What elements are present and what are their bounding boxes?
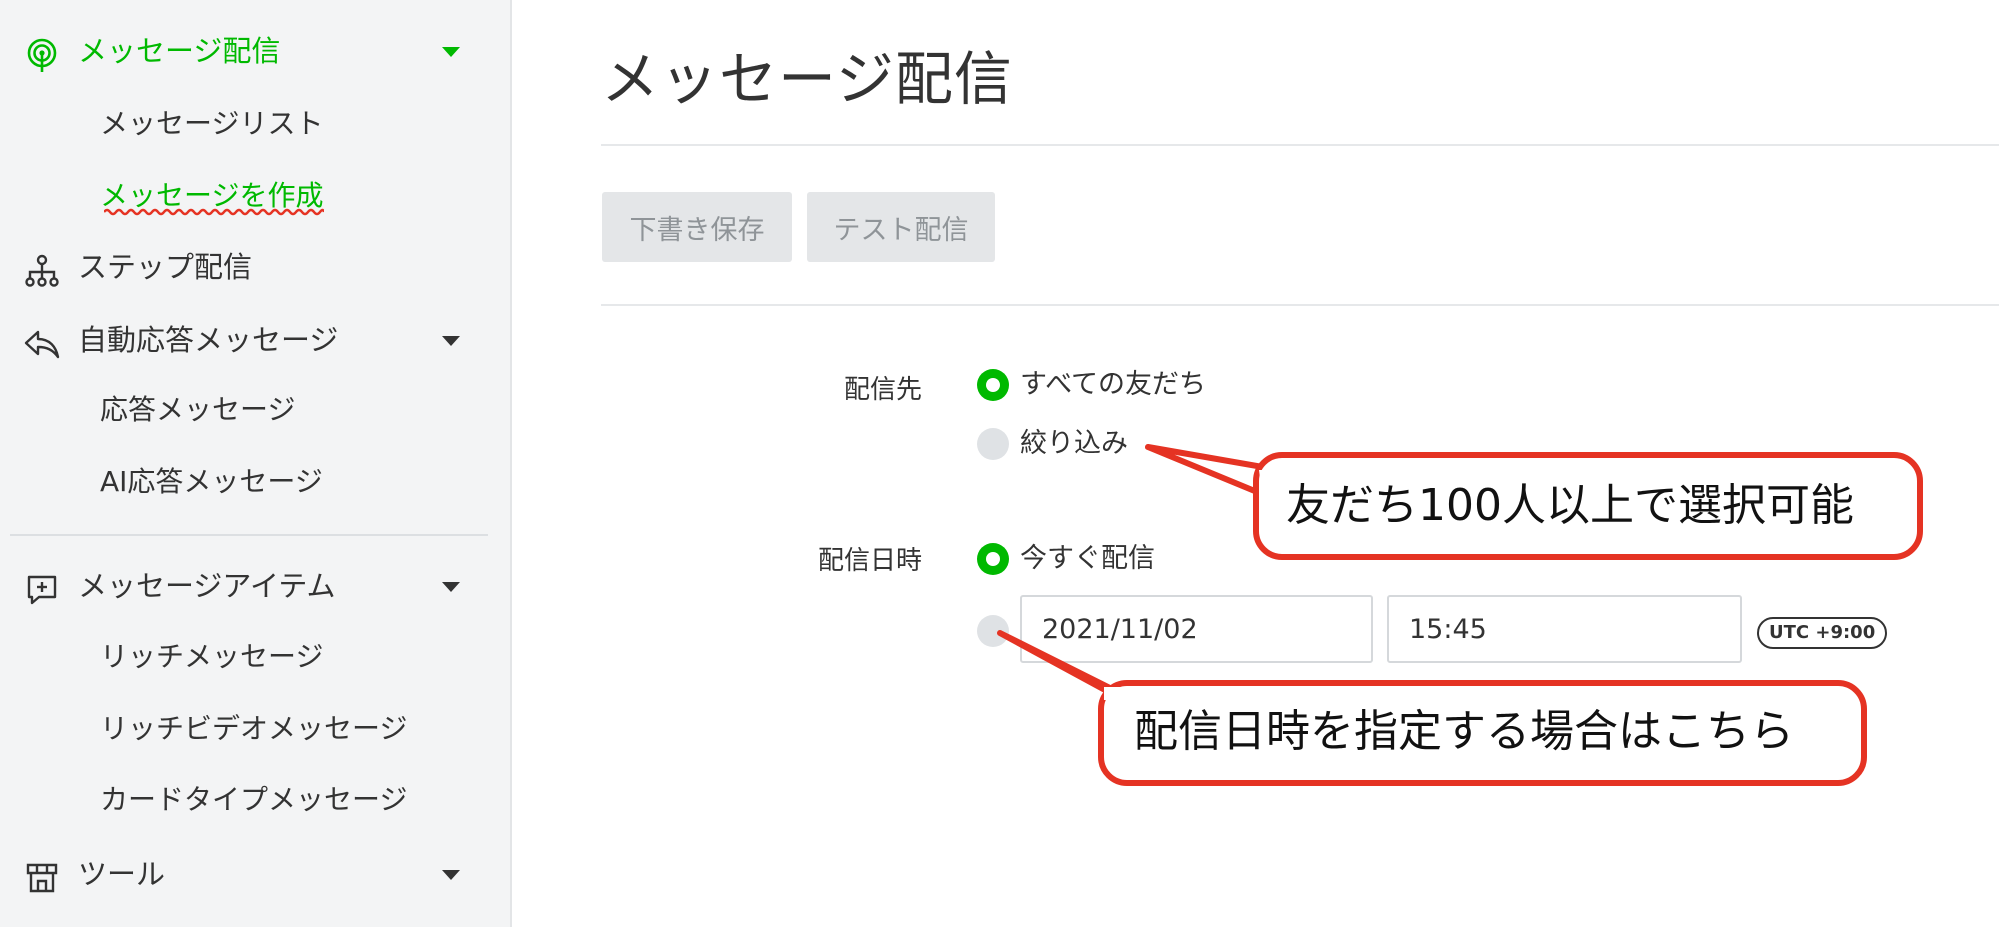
sidebar-item-label: メッセージアイテム	[78, 569, 336, 603]
sidebar-item-label: 自動応答メッセージ	[78, 323, 339, 357]
callout-schedule-text: 配信日時を指定する場合はこちら	[1134, 706, 1794, 757]
sidebar-item-ai-reply-message[interactable]: AI応答メッセージ	[100, 457, 323, 507]
reply-icon	[22, 324, 62, 364]
sidebar-divider	[10, 534, 488, 536]
sidebar-item-tools[interactable]: ツール	[0, 849, 512, 899]
shop-icon	[22, 858, 62, 898]
radio-filter[interactable]	[977, 428, 1009, 460]
sidebar-item-label: ツール	[78, 857, 166, 891]
radio-scheduled[interactable]	[977, 615, 1009, 647]
sidebar-item-step-delivery[interactable]: ステップ配信	[0, 242, 512, 292]
sidebar: メッセージ配信 メッセージリスト メッセージを作成 ステップ配信 自動応答メッセ…	[0, 0, 512, 927]
sidebar-item-label: メッセージ配信	[78, 34, 281, 68]
save-draft-button[interactable]: 下書き保存	[602, 192, 792, 262]
radio-send-now-label[interactable]: 今すぐ配信	[1020, 542, 1155, 576]
message-add-icon	[22, 570, 62, 610]
radio-send-now[interactable]	[977, 543, 1009, 575]
sidebar-item-rich-video-message[interactable]: リッチビデオメッセージ	[100, 704, 407, 754]
radio-filter-label[interactable]: 絞り込み	[1020, 427, 1128, 461]
page-title: メッセージ配信	[601, 45, 1013, 113]
broadcast-icon	[22, 35, 62, 75]
title-divider	[601, 144, 1999, 146]
toolbar-divider	[601, 304, 1999, 306]
schedule-label: 配信日時	[817, 546, 922, 576]
sidebar-item-message-items[interactable]: メッセージアイテム	[0, 561, 512, 611]
sidebar-item-auto-reply[interactable]: 自動応答メッセージ	[0, 315, 512, 365]
chevron-down-icon[interactable]	[442, 47, 460, 57]
time-input[interactable]	[1387, 595, 1742, 663]
callout-friends-min-text: 友だち100人以上で選択可能	[1286, 480, 1854, 531]
radio-all-friends[interactable]	[977, 369, 1009, 401]
recipients-label: 配信先	[843, 375, 922, 405]
sidebar-item-reply-message[interactable]: 応答メッセージ	[100, 385, 295, 435]
timezone-badge: UTC +9:00	[1757, 617, 1888, 649]
radio-all-friends-label[interactable]: すべての友だち	[1020, 368, 1206, 402]
date-input[interactable]	[1020, 595, 1373, 663]
step-flow-icon	[22, 251, 62, 291]
sidebar-item-message-delivery[interactable]: メッセージ配信	[0, 26, 512, 76]
chevron-down-icon[interactable]	[442, 582, 460, 592]
sidebar-item-label: ステップ配信	[78, 250, 253, 284]
chevron-down-icon[interactable]	[442, 870, 460, 880]
sidebar-item-message-list[interactable]: メッセージリスト	[100, 99, 323, 149]
spellcheck-underline	[104, 208, 324, 216]
chevron-down-icon[interactable]	[442, 336, 460, 346]
sidebar-item-card-type-message[interactable]: カードタイプメッセージ	[100, 775, 407, 825]
sidebar-item-rich-message[interactable]: リッチメッセージ	[100, 632, 323, 682]
test-send-button[interactable]: テスト配信	[807, 192, 995, 262]
